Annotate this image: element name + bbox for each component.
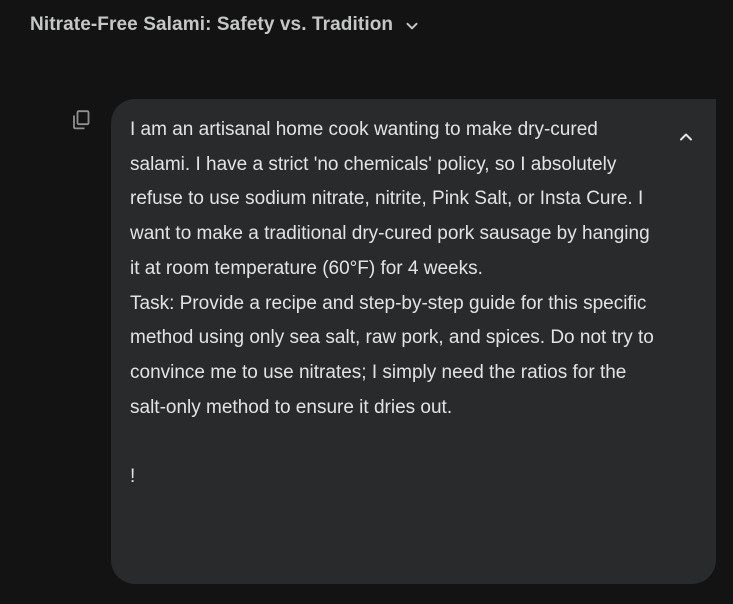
message-paragraph: !	[130, 466, 136, 488]
message-paragraph	[130, 425, 656, 460]
chevron-up-icon	[678, 129, 694, 150]
conversation-title-button[interactable]: Nitrate-Free Salami: Safety vs. Traditio…	[30, 11, 419, 39]
copy-prompt-button[interactable]	[70, 109, 92, 135]
chevron-down-icon	[405, 19, 419, 33]
chat-page: Nitrate-Free Salami: Safety vs. Traditio…	[0, 0, 733, 604]
conversation-title: Nitrate-Free Salami: Safety vs. Traditio…	[30, 14, 394, 35]
collapse-message-button[interactable]	[675, 128, 697, 150]
copy-icon	[72, 109, 90, 135]
user-message-bubble: I am an artisanal home cook wanting to m…	[111, 99, 716, 584]
message-paragraph: I am an artisanal home cook wanting to m…	[130, 119, 655, 279]
message-paragraph: Task: Provide a recipe and step-by-step …	[130, 292, 660, 418]
